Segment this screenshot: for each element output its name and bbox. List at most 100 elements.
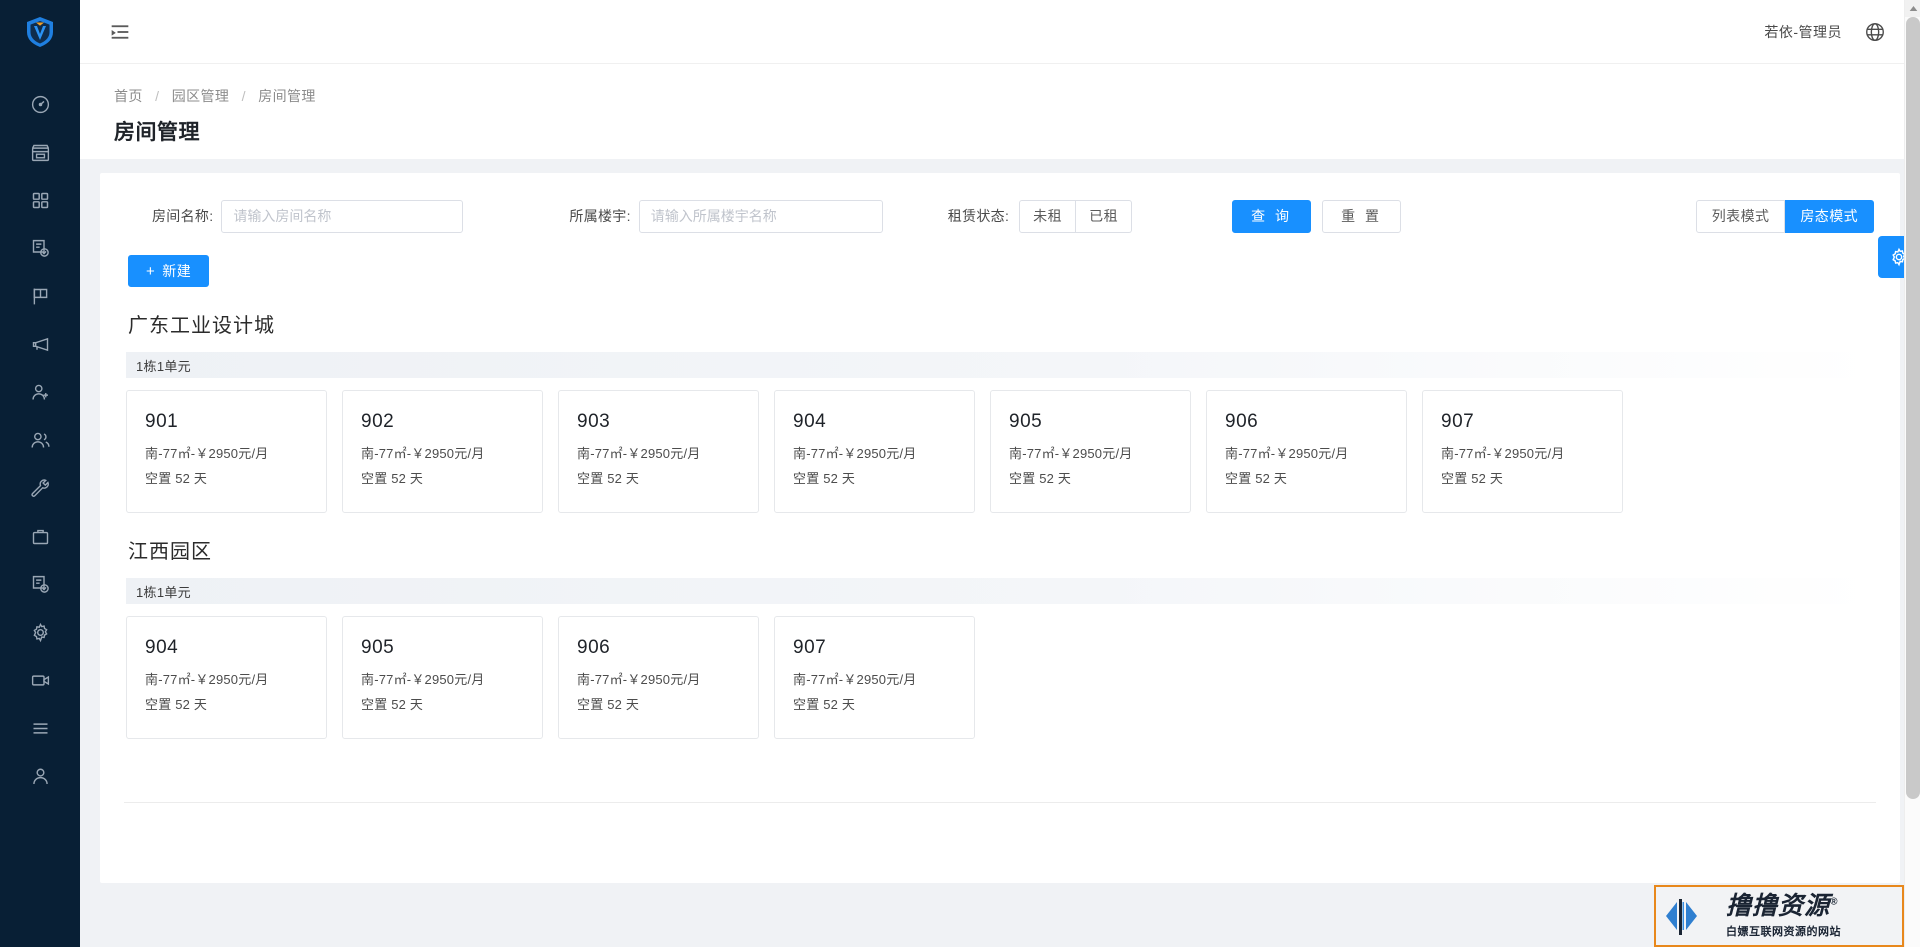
room-name-label: 房间名称:	[152, 208, 214, 224]
sidebar-item-settings[interactable]	[0, 608, 80, 656]
watermark-subtitle: 白嫖互联网资源的网站	[1726, 925, 1841, 938]
watermark-title: 撸撸资源®	[1726, 891, 1841, 920]
sidebar-item-review[interactable]	[0, 560, 80, 608]
sidebar-item-announcement[interactable]	[0, 320, 80, 368]
sidebar-item-apps[interactable]	[0, 176, 80, 224]
shield-logo[interactable]	[0, 0, 80, 64]
watermark-logo-icon	[1666, 899, 1697, 935]
room-card[interactable]: 904 南-77㎡-￥2950元/月 空置 52 天	[774, 390, 975, 513]
globe-icon[interactable]	[1864, 21, 1886, 43]
wrench-icon	[30, 478, 49, 497]
sidebar-nav	[0, 64, 80, 800]
sidebar-item-work[interactable]	[0, 512, 80, 560]
room-card[interactable]: 903 南-77㎡-￥2950元/月 空置 52 天	[558, 390, 759, 513]
room-status: 空置 52 天	[793, 471, 856, 486]
sidebar-item-video[interactable]	[0, 656, 80, 704]
apps-grid-icon	[32, 192, 48, 208]
sidebar-item-audit[interactable]	[0, 224, 80, 272]
megaphone-icon	[32, 337, 48, 351]
filter-bar: 房间名称: 所属楼宇: 租赁状态: 未租 已租 查 询 重 置 列表模式 房态模…	[124, 199, 1876, 233]
sidebar-item-user-add[interactable]	[0, 368, 80, 416]
dashboard-icon	[31, 95, 49, 113]
audit-doc-icon	[32, 239, 49, 257]
new-button-label: 新建	[162, 263, 192, 279]
rent-status-option-rented[interactable]: 已租	[1076, 199, 1133, 233]
room-card[interactable]: 901 南-77㎡-￥2950元/月 空置 52 天	[126, 390, 327, 513]
room-card-row: 904 南-77㎡-￥2950元/月 空置 52 天 905 南-77㎡-￥29…	[126, 616, 1876, 739]
topbar-right: 若依-管理员	[1764, 21, 1920, 43]
section-divider	[124, 802, 1876, 803]
room-status: 空置 52 天	[145, 471, 208, 486]
watermark-title-text: 撸撸资源	[1726, 891, 1831, 920]
audit-doc-icon	[32, 575, 49, 593]
page-head: 首页 / 园区管理 / 房间管理 房间管理	[80, 64, 1920, 159]
room-status: 空置 52 天	[1225, 471, 1288, 486]
room-card[interactable]: 907 南-77㎡-￥2950元/月 空置 52 天	[774, 616, 975, 739]
room-number: 904	[145, 637, 179, 658]
query-button[interactable]: 查 询	[1232, 199, 1312, 233]
scrollbar-up-arrow[interactable]	[1905, 0, 1920, 17]
scrollbar-thumb[interactable]	[1906, 17, 1920, 799]
room-status: 空置 52 天	[577, 471, 640, 486]
room-card[interactable]: 907 南-77㎡-￥2950元/月 空置 52 天	[1422, 390, 1623, 513]
room-spec: 南-77㎡-￥2950元/月	[145, 446, 269, 461]
park-title: 江西园区	[128, 541, 212, 563]
globe-glyph	[1866, 22, 1884, 41]
flag-icon	[33, 288, 47, 304]
room-name-input[interactable]	[221, 199, 464, 233]
room-spec: 南-77㎡-￥2950元/月	[361, 446, 485, 461]
park-group: 江西园区 1栋1单元 904 南-77㎡-￥2950元/月 空置 52 天 90…	[124, 535, 1876, 739]
room-status: 空置 52 天	[793, 697, 856, 712]
room-spec: 南-77㎡-￥2950元/月	[145, 672, 269, 687]
gear-icon	[32, 622, 48, 642]
room-status: 空置 52 天	[361, 471, 424, 486]
rent-status-field: 租赁状态: 未租 已租	[948, 199, 1133, 233]
rent-status-radio-group: 未租 已租	[1019, 199, 1133, 233]
plus-icon: +	[146, 262, 156, 280]
person-icon	[32, 768, 48, 784]
room-number: 904	[793, 411, 827, 432]
breadcrumb-item-home[interactable]: 首页	[114, 88, 143, 104]
room-card[interactable]: 906 南-77㎡-￥2950元/月 空置 52 天	[558, 616, 759, 739]
reset-button[interactable]: 重 置	[1322, 199, 1401, 233]
breadcrumb-item-park[interactable]: 园区管理	[172, 88, 230, 104]
sidebar-item-list[interactable]	[0, 704, 80, 752]
chevron-up-icon	[1909, 6, 1917, 11]
view-mode-list[interactable]: 列表模式	[1695, 199, 1786, 233]
room-status: 空置 52 天	[1009, 471, 1072, 486]
sidebar-item-maintenance[interactable]	[0, 464, 80, 512]
room-number: 902	[361, 411, 395, 432]
sidebar-item-store[interactable]	[0, 128, 80, 176]
page-title: 房间管理	[114, 121, 200, 144]
room-card[interactable]: 906 南-77㎡-￥2950元/月 空置 52 天	[1206, 390, 1407, 513]
room-card[interactable]: 904 南-77㎡-￥2950元/月 空置 52 天	[126, 616, 327, 739]
sidebar-item-dashboard[interactable]	[0, 80, 80, 128]
topbar: 若依-管理员	[80, 0, 1920, 64]
room-card[interactable]: 905 南-77㎡-￥2950元/月 空置 52 天	[990, 390, 1191, 513]
new-button[interactable]: + 新建	[128, 255, 210, 287]
room-spec: 南-77㎡-￥2950元/月	[577, 446, 701, 461]
view-mode-room-status[interactable]: 房态模式	[1785, 199, 1874, 233]
users-icon	[30, 432, 50, 448]
main-panel: 房间名称: 所属楼宇: 租赁状态: 未租 已租 查 询 重 置 列表模式 房态模…	[100, 173, 1900, 883]
unit-header: 1栋1单元	[126, 352, 1876, 378]
registered-mark: ®	[1830, 896, 1839, 908]
page-scrollbar[interactable]	[1904, 0, 1920, 947]
room-number: 907	[1441, 411, 1475, 432]
room-status: 空置 52 天	[1441, 471, 1504, 486]
sidebar-item-users[interactable]	[0, 416, 80, 464]
room-number: 905	[1009, 411, 1043, 432]
room-number: 901	[145, 411, 179, 432]
room-card-row: 901 南-77㎡-￥2950元/月 空置 52 天 902 南-77㎡-￥29…	[126, 390, 1876, 513]
menu-unfold-icon[interactable]	[100, 12, 140, 52]
content-area: 房间名称: 所属楼宇: 租赁状态: 未租 已租 查 询 重 置 列表模式 房态模…	[80, 159, 1920, 947]
room-card[interactable]: 905 南-77㎡-￥2950元/月 空置 52 天	[342, 616, 543, 739]
sidebar-item-flag[interactable]	[0, 272, 80, 320]
room-spec: 南-77㎡-￥2950元/月	[793, 672, 917, 687]
room-spec: 南-77㎡-￥2950元/月	[793, 446, 917, 461]
room-status: 空置 52 天	[577, 697, 640, 712]
rent-status-option-unrented[interactable]: 未租	[1019, 199, 1077, 233]
building-input[interactable]	[638, 199, 883, 233]
sidebar-item-profile[interactable]	[0, 752, 80, 800]
room-card[interactable]: 902 南-77㎡-￥2950元/月 空置 52 天	[342, 390, 543, 513]
